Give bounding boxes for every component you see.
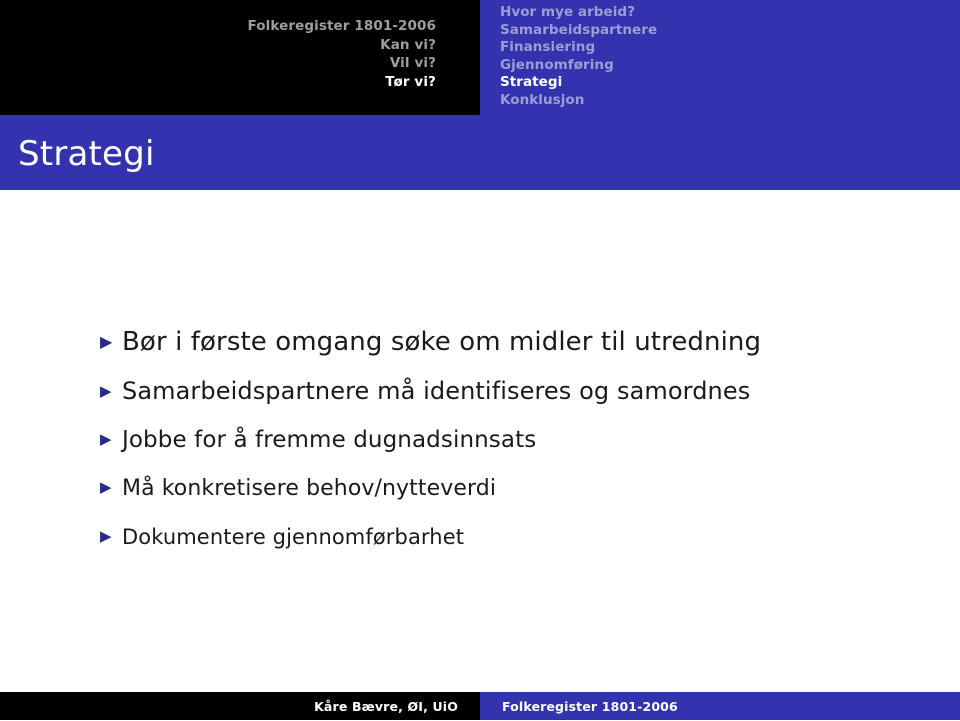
page-title: Strategi (18, 134, 155, 174)
triangle-bullet-icon: ▶ (100, 382, 112, 400)
triangle-bullet-icon: ▶ (100, 430, 112, 448)
list-item-label: Må konkretisere behov/nytteverdi (122, 476, 497, 501)
header-title-line-kan-vi: Kan vi? (380, 36, 436, 53)
header-title-line-tor-vi: Tør vi? (385, 73, 436, 90)
list-item: ▶ Bør i første omgang søke om midler til… (100, 320, 920, 364)
presentation-slide: Folkeregister 1801-2006 Kan vi? Vil vi? … (0, 0, 960, 720)
nav-item-finansiering[interactable]: Finansiering (500, 39, 960, 57)
slide-footer: Kåre Bævre, ØI, UiO Folkeregister 1801-2… (0, 692, 960, 720)
nav-item-samarbeidspartnere[interactable]: Samarbeidspartnere (500, 22, 960, 40)
list-item: ▶ Samarbeidspartnere må identifiseres og… (100, 370, 920, 413)
list-item: ▶ Må konkretisere behov/nytteverdi (100, 468, 920, 510)
triangle-bullet-icon: ▶ (100, 527, 112, 545)
list-item: ▶ Jobbe for å fremme dugnadsinnsats (100, 419, 920, 462)
list-item-label: Jobbe for å fremme dugnadsinnsats (122, 427, 537, 453)
slide-title-band: Strategi (0, 115, 960, 190)
list-item-label: Bør i første omgang søke om midler til u… (122, 327, 762, 357)
footer-author-block: Kåre Bævre, ØI, UiO (0, 692, 480, 720)
triangle-bullet-icon: ▶ (100, 478, 112, 496)
footer-document-label: Folkeregister 1801-2006 (502, 699, 678, 714)
list-item-label: Samarbeidspartnere må identifiseres og s… (122, 377, 751, 405)
header-title-line-document: Folkeregister 1801-2006 (247, 18, 436, 34)
section-navigation: Hvor mye arbeid? Samarbeidspartnere Fina… (480, 0, 960, 115)
footer-document-block: Folkeregister 1801-2006 (480, 692, 960, 720)
triangle-bullet-icon: ▶ (100, 332, 113, 351)
list-item-label: Dokumentere gjennomførbarhet (122, 525, 465, 549)
slide-body: ▶ Bør i første omgang søke om midler til… (0, 190, 960, 692)
slide-header: Folkeregister 1801-2006 Kan vi? Vil vi? … (0, 0, 960, 115)
header-title-block: Folkeregister 1801-2006 Kan vi? Vil vi? … (0, 0, 480, 115)
nav-item-konklusjon[interactable]: Konklusjon (500, 92, 960, 110)
footer-author-label: Kåre Bævre, ØI, UiO (314, 699, 458, 714)
bullet-list: ▶ Bør i første omgang søke om midler til… (100, 320, 920, 564)
list-item: ▶ Dokumentere gjennomførbarhet (100, 516, 920, 558)
nav-item-strategi[interactable]: Strategi (500, 74, 960, 92)
nav-item-hvor-mye-arbeid[interactable]: Hvor mye arbeid? (500, 4, 960, 22)
nav-item-gjennomforing[interactable]: Gjennomføring (500, 57, 960, 75)
header-title-line-vil-vi: Vil vi? (389, 55, 436, 71)
